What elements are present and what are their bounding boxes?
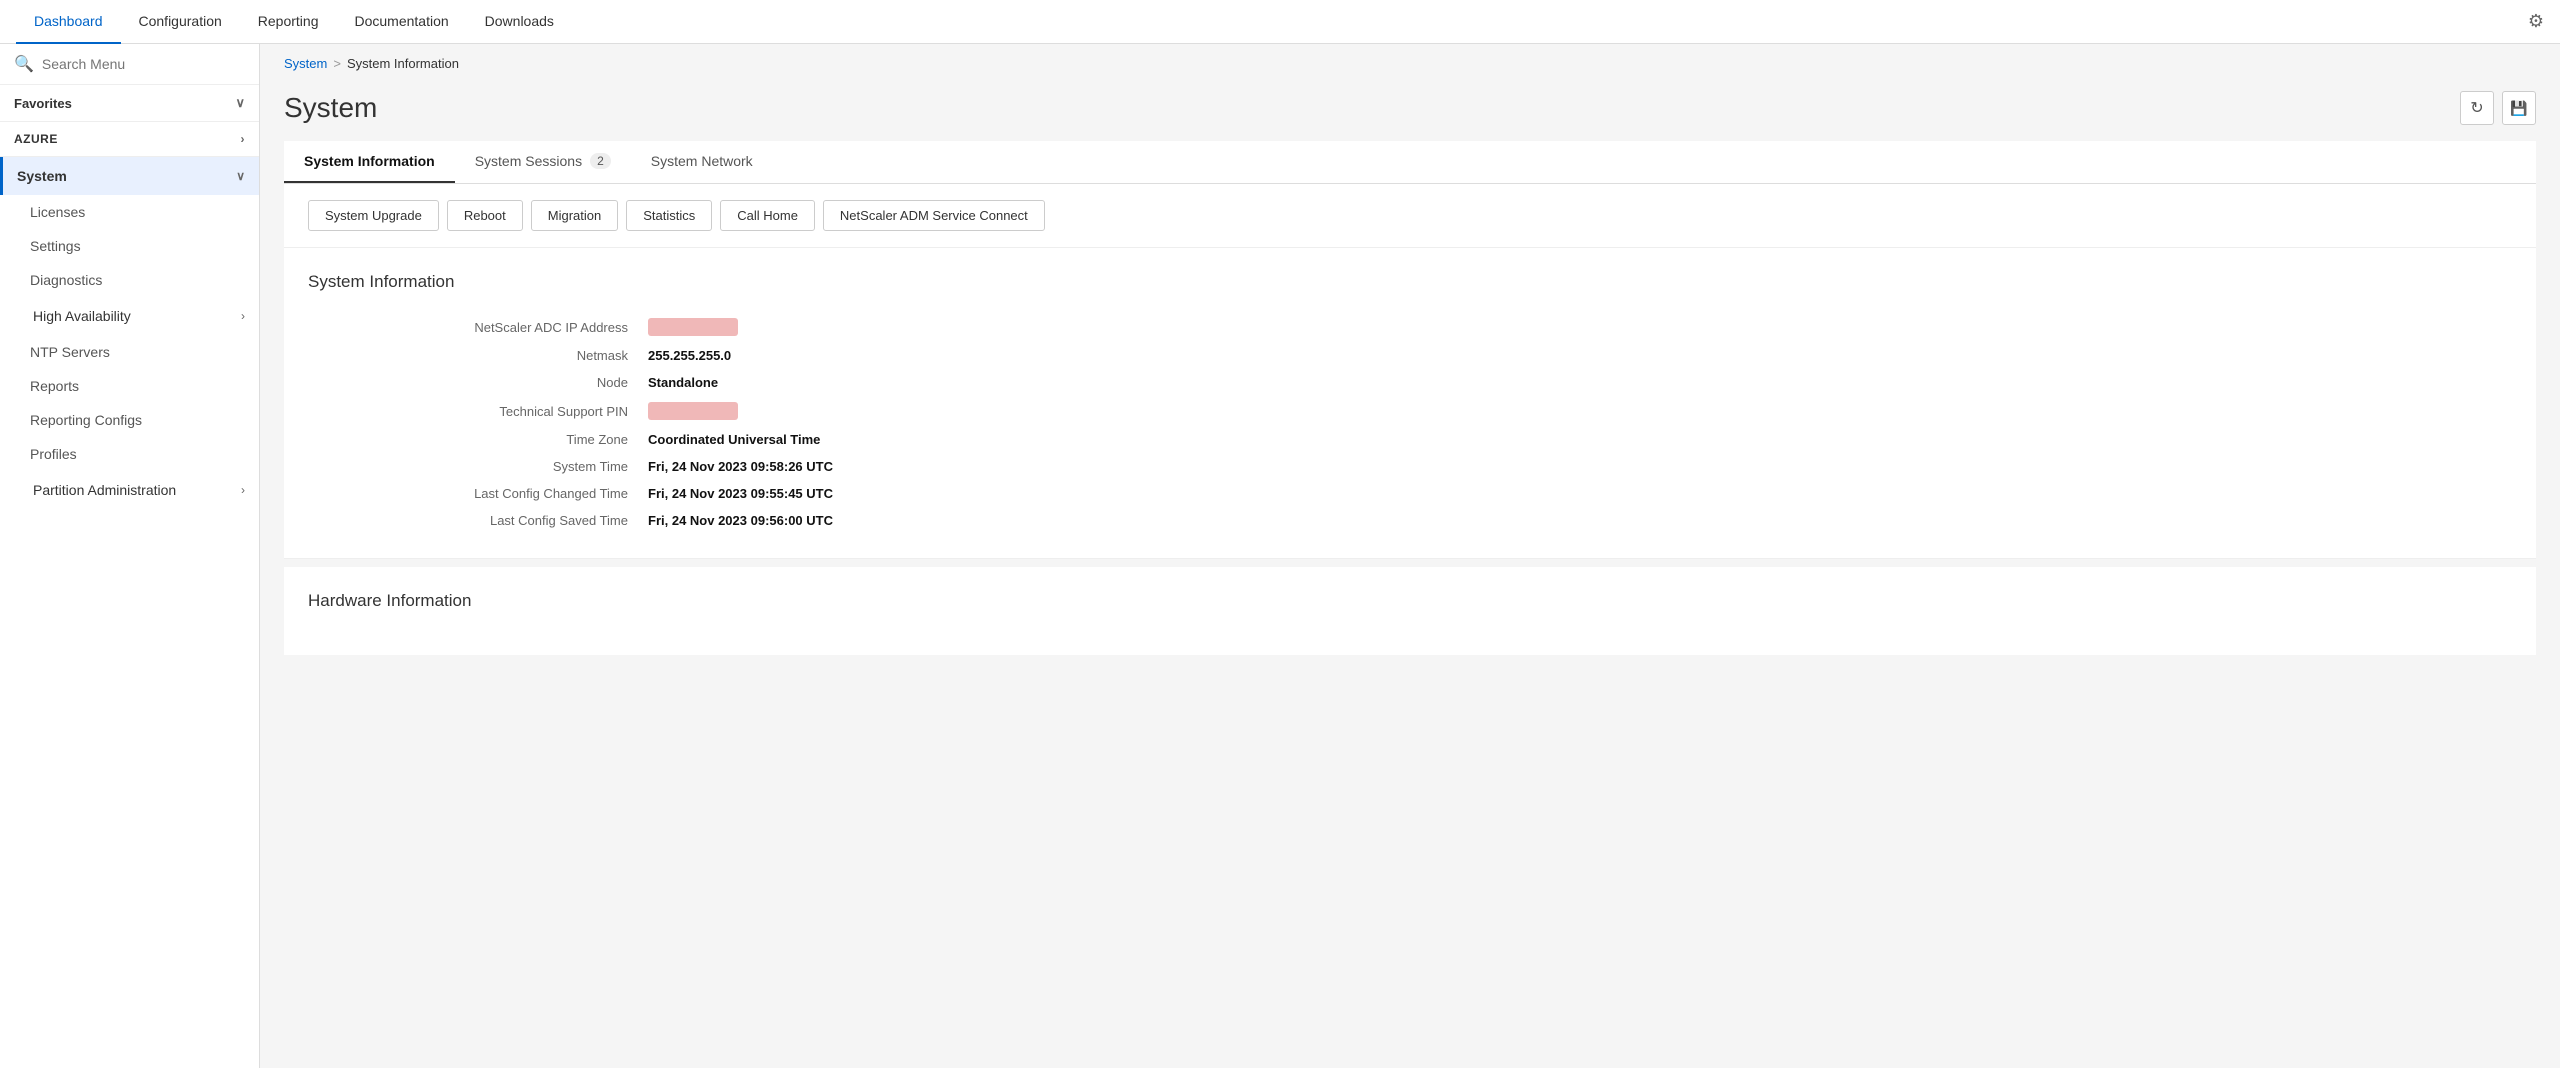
tab-system-sessions-badge: 2 <box>590 153 611 169</box>
ha-expand-icon: › <box>241 309 245 323</box>
sidebar-sub-item-profiles[interactable]: Profiles <box>0 437 259 471</box>
sidebar-sub-item-high-availability[interactable]: High Availability › <box>0 297 259 335</box>
system-information-panel: System Information NetScaler ADC IP Addr… <box>284 248 2536 559</box>
tab-system-sessions[interactable]: System Sessions 2 <box>455 141 631 183</box>
value-node: Standalone <box>648 375 718 390</box>
tab-system-sessions-label: System Sessions <box>475 153 582 169</box>
info-row-system-time: System Time Fri, 24 Nov 2023 09:58:26 UT… <box>284 453 2536 480</box>
value-netmask: 255.255.255.0 <box>648 348 731 363</box>
sidebar-sub-item-diagnostics[interactable]: Diagnostics <box>0 263 259 297</box>
sidebar-item-system-label: System <box>17 168 67 184</box>
system-upgrade-button[interactable]: System Upgrade <box>308 200 439 231</box>
header-actions: ↻ 💾 <box>2460 91 2536 125</box>
info-row-adc-ip: NetScaler ADC IP Address <box>284 312 2536 342</box>
info-row-timezone: Time Zone Coordinated Universal Time <box>284 426 2536 453</box>
label-support-pin: Technical Support PIN <box>308 404 648 419</box>
nav-dashboard[interactable]: Dashboard <box>16 0 121 44</box>
settings-icon[interactable]: ⚙ <box>2528 11 2544 32</box>
label-system-time: System Time <box>308 459 648 474</box>
sidebar-sub-item-ntp-servers[interactable]: NTP Servers <box>0 335 259 369</box>
value-timezone: Coordinated Universal Time <box>648 432 820 447</box>
azure-label: AZURE <box>14 132 58 146</box>
search-icon: 🔍 <box>14 54 34 74</box>
breadcrumb-separator: > <box>333 56 341 71</box>
label-adc-ip: NetScaler ADC IP Address <box>308 320 648 335</box>
label-config-saved: Last Config Saved Time <box>308 513 648 528</box>
tab-system-network-label: System Network <box>651 153 753 169</box>
tab-bar: System Information System Sessions 2 Sys… <box>284 141 2536 184</box>
info-row-config-changed: Last Config Changed Time Fri, 24 Nov 202… <box>284 480 2536 507</box>
netscaler-adm-button[interactable]: NetScaler ADM Service Connect <box>823 200 1045 231</box>
label-timezone: Time Zone <box>308 432 648 447</box>
body-layout: 🔍 Favorites ∨ AZURE › System ∨ Licenses … <box>0 44 2560 1068</box>
favorites-chevron-icon: ∨ <box>235 95 245 111</box>
sidebar-sub-item-settings[interactable]: Settings <box>0 229 259 263</box>
value-adc-ip <box>648 318 738 336</box>
hardware-information-panel: Hardware Information <box>284 567 2536 655</box>
migration-button[interactable]: Migration <box>531 200 618 231</box>
tab-system-information-label: System Information <box>304 153 435 169</box>
call-home-button[interactable]: Call Home <box>720 200 815 231</box>
action-buttons-row: System Upgrade Reboot Migration Statisti… <box>284 184 2536 248</box>
page-title: System <box>284 92 2460 124</box>
value-config-changed: Fri, 24 Nov 2023 09:55:45 UTC <box>648 486 833 501</box>
breadcrumb: System > System Information <box>260 44 2560 83</box>
info-row-support-pin: Technical Support PIN <box>284 396 2536 426</box>
top-nav: Dashboard Configuration Reporting Docume… <box>0 0 2560 44</box>
nav-reporting[interactable]: Reporting <box>240 0 337 44</box>
sidebar-sub-item-partition-admin-label: Partition Administration <box>33 482 176 498</box>
nav-documentation[interactable]: Documentation <box>336 0 466 44</box>
save-button[interactable]: 💾 <box>2502 91 2536 125</box>
label-node: Node <box>308 375 648 390</box>
value-config-saved: Fri, 24 Nov 2023 09:56:00 UTC <box>648 513 833 528</box>
sidebar-item-system[interactable]: System ∨ <box>0 157 259 195</box>
sidebar-sub-item-reporting-configs[interactable]: Reporting Configs <box>0 403 259 437</box>
system-expand-icon: ∨ <box>236 169 245 183</box>
system-info-title: System Information <box>284 272 2536 312</box>
label-config-changed: Last Config Changed Time <box>308 486 648 501</box>
nav-downloads[interactable]: Downloads <box>467 0 572 44</box>
breadcrumb-parent[interactable]: System <box>284 56 327 71</box>
sidebar: 🔍 Favorites ∨ AZURE › System ∨ Licenses … <box>0 44 260 1068</box>
reboot-button[interactable]: Reboot <box>447 200 523 231</box>
sidebar-sub-item-reports[interactable]: Reports <box>0 369 259 403</box>
tab-system-information[interactable]: System Information <box>284 141 455 183</box>
main-content: System > System Information System ↻ 💾 S… <box>260 44 2560 1068</box>
info-row-config-saved: Last Config Saved Time Fri, 24 Nov 2023 … <box>284 507 2536 534</box>
refresh-button[interactable]: ↻ <box>2460 91 2494 125</box>
search-input[interactable] <box>42 56 245 72</box>
favorites-label: Favorites <box>14 96 72 111</box>
statistics-button[interactable]: Statistics <box>626 200 712 231</box>
breadcrumb-current: System Information <box>347 56 459 71</box>
search-bar: 🔍 <box>0 44 259 85</box>
azure-chevron-icon: › <box>241 132 246 146</box>
sidebar-sub-item-licenses[interactable]: Licenses <box>0 195 259 229</box>
info-row-netmask: Netmask 255.255.255.0 <box>284 342 2536 369</box>
tab-system-network[interactable]: System Network <box>631 141 773 183</box>
label-netmask: Netmask <box>308 348 648 363</box>
sidebar-sub-item-partition-admin[interactable]: Partition Administration › <box>0 471 259 509</box>
azure-section[interactable]: AZURE › <box>0 122 259 157</box>
partition-expand-icon: › <box>241 483 245 497</box>
page-header: System ↻ 💾 <box>260 83 2560 141</box>
value-system-time: Fri, 24 Nov 2023 09:58:26 UTC <box>648 459 833 474</box>
value-support-pin <box>648 402 738 420</box>
favorites-section[interactable]: Favorites ∨ <box>0 85 259 122</box>
hardware-info-title: Hardware Information <box>284 591 2536 631</box>
nav-configuration[interactable]: Configuration <box>121 0 240 44</box>
info-row-node: Node Standalone <box>284 369 2536 396</box>
sidebar-sub-item-high-availability-label: High Availability <box>33 308 131 324</box>
